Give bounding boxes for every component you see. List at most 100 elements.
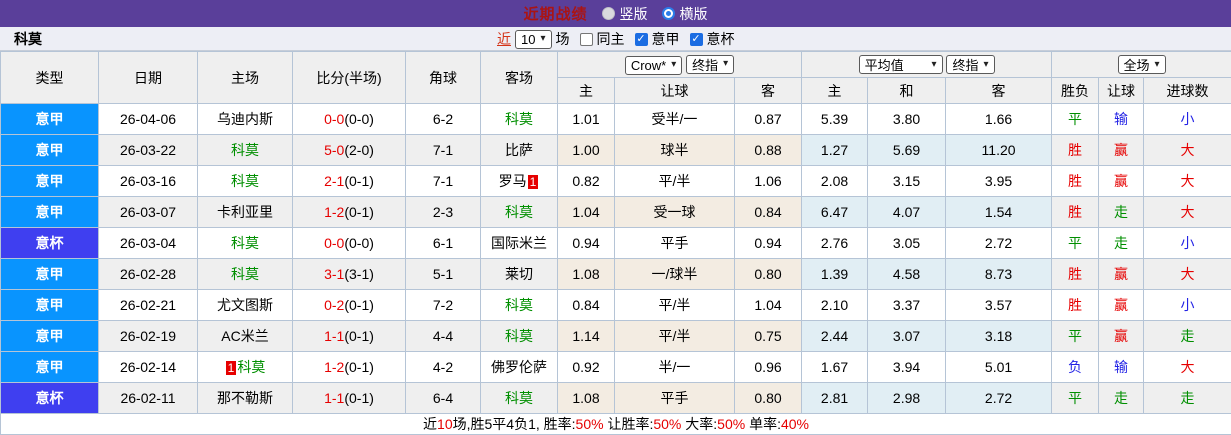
away-team-cell[interactable]: 莱切 [480,258,558,290]
col-header-corner: 角球 [405,51,481,104]
fulltime-score: 0-0 [324,235,345,251]
score-cell: 1-2(0-1) [292,196,406,228]
result-wdl-cell: 平 [1051,320,1100,352]
europe-home-odds: 5.39 [801,103,869,135]
europe-away-odds: 3.57 [945,289,1053,321]
result-handicap-cell: 赢 [1098,320,1145,352]
home-team-cell[interactable]: 那不勒斯 [197,382,293,414]
europe-draw-odds: 4.58 [867,258,947,290]
home-team-cell[interactable]: AC米兰 [197,320,293,352]
result-goals-cell: 大 [1143,258,1231,290]
layout-radio-horizontal[interactable]: 横版 [661,4,708,24]
away-team-cell[interactable]: 罗马 1 [480,165,558,197]
fulltime-score: 0-2 [324,297,345,313]
away-team-cell[interactable]: 佛罗伦萨 [480,351,558,383]
handicap-away-odds: 0.80 [733,382,803,414]
date-cell: 26-03-22 [98,134,198,166]
europe-home-odds: 2.08 [801,165,869,197]
handicap-home-odds: 1.00 [557,134,615,166]
average-select[interactable]: 平均值 ▾ [858,55,943,74]
date-cell: 26-02-28 [98,258,198,290]
handicap-stage-select[interactable]: 终指 ▾ [686,54,735,74]
europe-stage-select[interactable]: 终指 ▾ [946,55,995,74]
table-row: 意甲 26-02-21 尤文图斯 0-2(0-1) 7-2 科莫 0.84 平/半 1.04 2.… [0,289,1231,321]
handicap-away-odds: 0.80 [733,258,803,290]
serie-a-checkbox[interactable] [634,32,648,46]
europe-home-odds: 1.27 [801,134,869,166]
corner-cell: 6-1 [405,227,481,259]
halftime-score: (0-1) [344,297,374,313]
result-wdl-cell: 胜 [1051,134,1100,166]
result-wdl-cell: 胜 [1051,289,1100,321]
date-cell: 26-02-19 [98,320,198,352]
score-cell: 3-1(3-1) [292,258,406,290]
handicap-away-odds: 1.04 [733,289,803,321]
same-home-checkbox[interactable] [579,32,593,46]
home-team-cell[interactable]: 乌迪内斯 [197,103,293,135]
coppa-checkbox[interactable] [689,32,703,46]
radio-horizontal-label: 横版 [679,5,708,22]
team-name: 罗马 [498,173,527,189]
away-team-cell[interactable]: 科莫 [480,382,558,414]
home-team-cell[interactable]: 科莫 [197,165,293,197]
full-match-select[interactable]: 全场 ▾ [1117,55,1166,74]
coppa-label: 意杯 [706,31,735,47]
date-cell: 26-03-04 [98,227,198,259]
team-name: 科莫 [231,173,259,189]
summary-segment: 40% [780,416,810,432]
score-cell: 1-1(0-1) [292,382,406,414]
score-cell: 2-1(0-1) [292,165,406,197]
handicap-home-odds: 1.01 [557,103,615,135]
away-team-cell[interactable]: 科莫 [480,103,558,135]
europe-away-odds: 2.72 [945,227,1053,259]
table-row: 意甲 26-02-19 AC米兰 1-1(0-1) 4-4 科莫 1.14 平/半 0.75 2.… [0,320,1231,352]
result-goals-cell: 大 [1143,165,1231,197]
radio-off-icon[interactable] [601,7,615,20]
team-name: 国际米兰 [491,235,547,251]
league-cell: 意甲 [0,289,99,321]
home-team-cell[interactable]: 科莫 [197,227,293,259]
result-wdl-cell: 平 [1051,103,1100,135]
panel-title: 近期战绩 [523,6,588,23]
handicap-home-odds: 0.84 [557,289,615,321]
away-team-cell[interactable]: 国际米兰 [480,227,558,259]
away-team-cell[interactable]: 科莫 [480,320,558,352]
col-header-score: 比分(半场) [292,51,406,104]
handicap-home-odds: 0.92 [557,351,615,383]
recent-link[interactable]: 近 [497,29,511,49]
europe-draw-odds: 3.94 [867,351,947,383]
bookmaker-select[interactable]: Crow* ▾ [624,55,683,75]
europe-draw-odds: 3.07 [867,320,947,352]
europe-home-odds: 1.39 [801,258,869,290]
radio-on-icon[interactable] [661,7,675,20]
home-team-cell[interactable]: 科莫 [197,258,293,290]
away-team-cell[interactable]: 科莫 [480,289,558,321]
home-team-cell[interactable]: 卡利亚里 [197,196,293,228]
home-team-cell[interactable]: 科莫 [197,134,293,166]
fulltime-score: 1-1 [324,390,345,406]
handicap-line: 受半/一 [614,103,735,135]
away-team-cell[interactable]: 比萨 [480,134,558,166]
handicap-home-odds: 0.82 [557,165,615,197]
europe-away-odds: 8.73 [945,258,1053,290]
europe-away-odds: 11.20 [945,134,1053,166]
home-team-cell[interactable]: 1 科莫 [197,351,293,383]
result-handicap-cell: 走 [1098,227,1145,259]
europe-home-odds: 6.47 [801,196,869,228]
layout-radio-vertical[interactable]: 竖版 [601,4,648,24]
fulltime-score: 1-1 [324,328,345,344]
result-goals-cell: 大 [1143,134,1231,166]
results-table: 类型 日期 主场 比分(半场) 角球 客场 Crow* ▾ 终指 ▾ 平均值 ▾ [0,51,1231,435]
halftime-score: (0-0) [344,235,374,251]
recent-count-select[interactable]: 10 ▾ [515,29,552,49]
handicap-away-odds: 0.94 [733,227,803,259]
away-team-cell[interactable]: 科莫 [480,196,558,228]
score-cell: 0-0(0-0) [292,227,406,259]
halftime-score: (0-1) [344,173,374,189]
home-team-cell[interactable]: 尤文图斯 [197,289,293,321]
col-header-date: 日期 [98,51,198,104]
table-row: 意甲 26-04-06 乌迪内斯 0-0(0-0) 6-2 科莫 1.01 受半/一 0.87 5… [0,103,1231,135]
col-header-goals: 进球数 [1143,77,1231,104]
col-header-away: 客场 [480,51,558,104]
league-cell: 意甲 [0,196,99,228]
